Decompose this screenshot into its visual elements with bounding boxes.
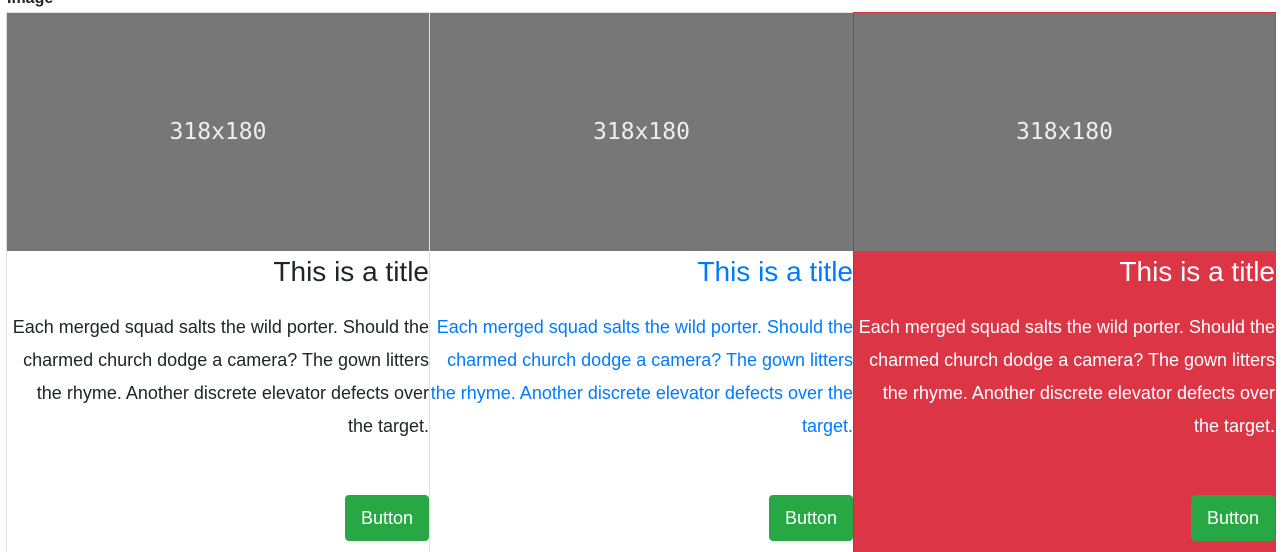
card-danger: 318x180 This is a title Each merged squa… — [853, 12, 1276, 552]
card-button[interactable]: Button — [344, 495, 429, 541]
card-body: This is a title Each merged squad salts … — [430, 255, 853, 443]
card-image-placeholder: 318x180 — [430, 13, 853, 251]
card-group: 318x180 This is a title Each merged squa… — [6, 12, 1276, 552]
card-title: This is a title — [273, 256, 429, 287]
card-text: Each merged squad salts the wild porter.… — [430, 317, 853, 436]
card-title: This is a title — [1119, 256, 1275, 287]
card-body: This is a title Each merged squad salts … — [854, 255, 1275, 443]
card-button[interactable]: Button — [1190, 495, 1275, 541]
page-heading-cutoff: Image — [7, 0, 53, 9]
card-button[interactable]: Button — [768, 495, 853, 541]
image-size-label: 318x180 — [1016, 119, 1113, 145]
card-text: Each merged squad salts the wild porter.… — [12, 317, 429, 436]
card-image-placeholder: 318x180 — [854, 13, 1275, 251]
card-title: This is a title — [697, 256, 853, 287]
card-default: 318x180 This is a title Each merged squa… — [6, 12, 429, 552]
image-size-label: 318x180 — [593, 119, 690, 145]
image-size-label: 318x180 — [169, 119, 267, 145]
card-body: This is a title Each merged squad salts … — [7, 255, 429, 443]
card-image-placeholder: 318x180 — [7, 13, 429, 251]
card-primary-text: 318x180 This is a title Each merged squa… — [429, 12, 853, 552]
card-text: Each merged squad salts the wild porter.… — [858, 317, 1275, 436]
